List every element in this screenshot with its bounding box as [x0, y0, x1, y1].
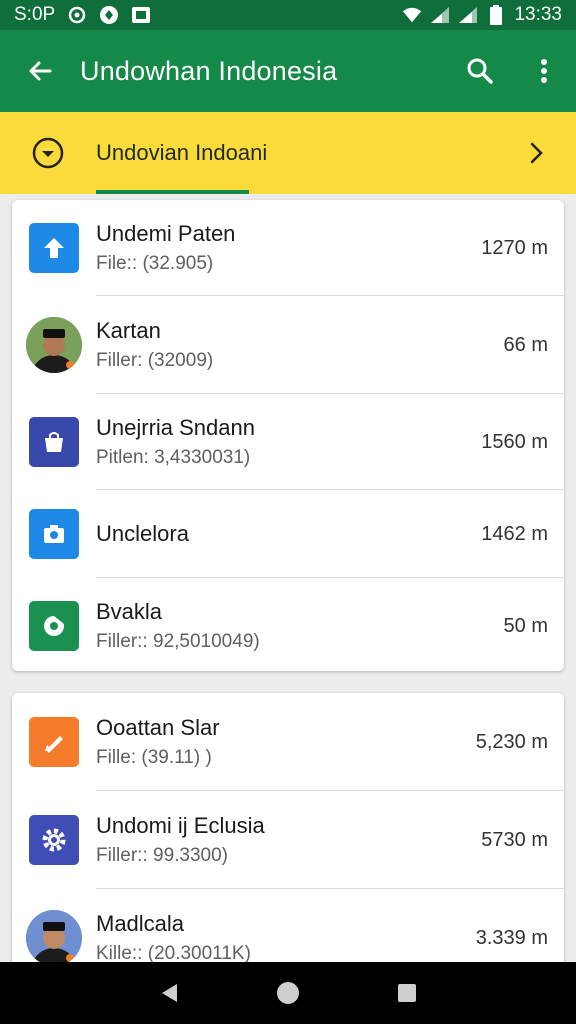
- pencil-icon: [29, 717, 79, 767]
- app-list-card: Undemi Paten File:: (32.905) 1270 m Kart…: [12, 200, 564, 671]
- list-item[interactable]: Undemi Paten File:: (32.905) 1270 m: [12, 200, 564, 296]
- item-subtitle: Filler:: 99.3300): [96, 845, 229, 866]
- upload-icon: [29, 223, 79, 273]
- item-size: 3.339 m: [475, 926, 548, 949]
- nav-recents-button[interactable]: [387, 973, 427, 1013]
- battery-icon: [486, 5, 506, 25]
- nav-home-icon: [276, 982, 299, 1004]
- item-subtitle: Pitlen: 3,4330031): [96, 447, 251, 468]
- download-circle-icon: [0, 136, 96, 170]
- avatar-person: [26, 910, 82, 966]
- item-size: 1462 m: [481, 522, 548, 545]
- item-size: 1270 m: [481, 236, 548, 259]
- back-arrow-icon: [29, 61, 52, 81]
- nav-recents-icon: [397, 984, 416, 1002]
- app-title: Undowhan Indonesia: [80, 55, 338, 86]
- signal-icon: [430, 5, 450, 25]
- donut-icon: [29, 601, 79, 651]
- item-subtitle: File:: (32.905): [96, 253, 214, 274]
- signal-icon-2: [458, 5, 478, 25]
- list-item[interactable]: Bvakla Filler:: 92,5010049) 50 m: [12, 578, 564, 671]
- list-item[interactable]: Unclelora 1462 m: [12, 490, 564, 578]
- list-item[interactable]: Unejrria Sndann Pitlen: 3,4330031) 1560 …: [12, 394, 564, 490]
- search-button[interactable]: [448, 30, 512, 112]
- item-size: 5730 m: [481, 828, 548, 851]
- item-name: Madlcala: [96, 911, 185, 936]
- storage-banner[interactable]: Undovian Indoani: [0, 112, 576, 194]
- avatar-person: [26, 317, 82, 373]
- status-time: S:0P: [14, 4, 56, 25]
- item-name: Undemi Paten: [96, 221, 236, 246]
- image-icon: [131, 5, 151, 25]
- item-name: Undomi ij Eclusia: [96, 813, 265, 838]
- item-name: Unclelora: [96, 521, 189, 546]
- back-button[interactable]: [0, 30, 80, 112]
- status-clock: 13:33: [514, 4, 562, 25]
- item-size: 5,230 m: [475, 730, 548, 753]
- camera-icon: [29, 509, 79, 559]
- status-bar: S:0P 13:33: [0, 0, 576, 30]
- wifi-icon: [402, 5, 422, 25]
- item-subtitle: Filler: (32009): [96, 350, 214, 371]
- nav-back-icon: [162, 984, 178, 1002]
- sync-icon: [67, 5, 87, 25]
- item-size: 50 m: [503, 614, 548, 637]
- item-name: Kartan: [96, 318, 161, 343]
- list-item[interactable]: Undomi ij Eclusia Filler:: 99.3300) 5730…: [12, 791, 564, 889]
- item-subtitle: Fille: (39.11) ): [96, 747, 212, 768]
- gear-icon: [29, 815, 79, 865]
- item-size: 1560 m: [481, 430, 548, 453]
- search-icon: [467, 58, 493, 84]
- nav-back-button[interactable]: [149, 973, 189, 1013]
- chevron-right-icon: [496, 141, 576, 165]
- bag-icon: [29, 417, 79, 467]
- more-vert-icon: [541, 59, 547, 83]
- notification-icon: [99, 5, 119, 25]
- app-bar: Undowhan Indonesia: [0, 30, 576, 112]
- system-nav-bar: [0, 962, 576, 1024]
- list-item[interactable]: Ooattan Slar Fille: (39.11) ) 5,230 m: [12, 693, 564, 791]
- banner-label: Undovian Indoani: [96, 140, 268, 165]
- item-subtitle: Filler:: 92,5010049): [96, 631, 260, 652]
- item-name: Bvakla: [96, 599, 163, 624]
- app-list-card-2: Ooattan Slar Fille: (39.11) ) 5,230 m Un…: [12, 693, 564, 993]
- list-item[interactable]: Kartan Filler: (32009) 66 m: [12, 296, 564, 394]
- tab-indicator: [96, 190, 249, 194]
- overflow-menu-button[interactable]: [512, 30, 576, 112]
- item-size: 66 m: [503, 333, 548, 356]
- item-name: Unejrria Sndann: [96, 415, 255, 440]
- item-name: Ooattan Slar: [96, 715, 220, 740]
- nav-home-button[interactable]: [268, 973, 308, 1013]
